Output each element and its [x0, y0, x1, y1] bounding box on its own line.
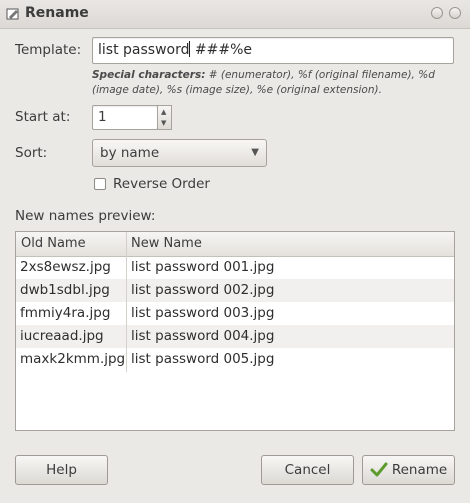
rename-button-label: Rename — [391, 462, 448, 478]
new-name-cell: list password 005.jpg — [131, 351, 275, 367]
column-divider[interactable] — [126, 232, 127, 372]
old-name-cell: fmmiy4ra.jpg — [20, 305, 111, 321]
title-bar: Rename — [0, 0, 470, 29]
table-row[interactable]: 2xs8ewsz.jpg list password 001.jpg — [16, 256, 454, 279]
reverse-order-label[interactable]: Reverse Order — [113, 176, 210, 192]
cancel-button[interactable]: Cancel — [261, 455, 354, 485]
preview-table[interactable]: Old Name New Name 2xs8ewsz.jpg list pass… — [15, 231, 455, 431]
rename-app-icon — [6, 8, 19, 20]
preview-label: New names preview: — [15, 208, 156, 224]
new-name-cell: list password 003.jpg — [131, 305, 275, 321]
special-characters-help: Special characters: # (enumerator), %f (… — [92, 68, 460, 98]
new-name-cell: list password 002.jpg — [131, 282, 275, 298]
cancel-button-label: Cancel — [284, 462, 331, 478]
old-name-cell: maxk2kmm.jpg — [20, 351, 126, 367]
sort-label: Sort: — [15, 145, 48, 161]
table-row[interactable]: iucreaad.jpg list password 004.jpg — [16, 325, 454, 348]
close-button[interactable] — [449, 7, 461, 19]
rename-button[interactable]: Rename — [362, 455, 455, 485]
start-at-stepper[interactable]: ▲ ▼ — [157, 105, 172, 130]
decrement-icon[interactable]: ▼ — [161, 119, 166, 127]
minimize-button[interactable] — [431, 7, 443, 19]
table-header: Old Name New Name — [16, 232, 454, 257]
template-value-end: ###%e — [190, 42, 253, 58]
increment-icon[interactable]: ▲ — [161, 108, 166, 116]
window-title: Rename — [25, 5, 89, 21]
old-name-cell: dwb1sdbl.jpg — [20, 282, 110, 298]
reverse-order-checkbox[interactable] — [94, 178, 106, 190]
new-name-cell: list password 004.jpg — [131, 328, 275, 344]
dropdown-arrow-icon: ▼ — [251, 147, 259, 158]
template-value-start: list password — [98, 42, 190, 58]
sort-select[interactable]: by name ▼ — [92, 139, 267, 167]
start-at-input[interactable]: 1 — [92, 105, 158, 130]
new-name-cell: list password 001.jpg — [131, 259, 275, 275]
help-button[interactable]: Help — [15, 455, 108, 485]
table-row[interactable]: dwb1sdbl.jpg list password 002.jpg — [16, 279, 454, 302]
table-row[interactable]: fmmiy4ra.jpg list password 003.jpg — [16, 302, 454, 325]
sort-selected-value: by name — [100, 145, 160, 161]
column-header-old-name[interactable]: Old Name — [21, 236, 86, 251]
start-at-label: Start at: — [15, 109, 71, 125]
special-characters-heading: Special characters: — [92, 69, 206, 81]
column-header-new-name[interactable]: New Name — [131, 236, 202, 251]
checkmark-icon — [370, 462, 388, 477]
help-button-label: Help — [46, 462, 77, 478]
template-label: Template: — [15, 42, 82, 58]
old-name-cell: iucreaad.jpg — [20, 328, 104, 344]
table-row[interactable]: maxk2kmm.jpg list password 005.jpg — [16, 348, 454, 371]
old-name-cell: 2xs8ewsz.jpg — [20, 259, 111, 275]
template-input[interactable]: list password ###%e — [92, 37, 454, 64]
